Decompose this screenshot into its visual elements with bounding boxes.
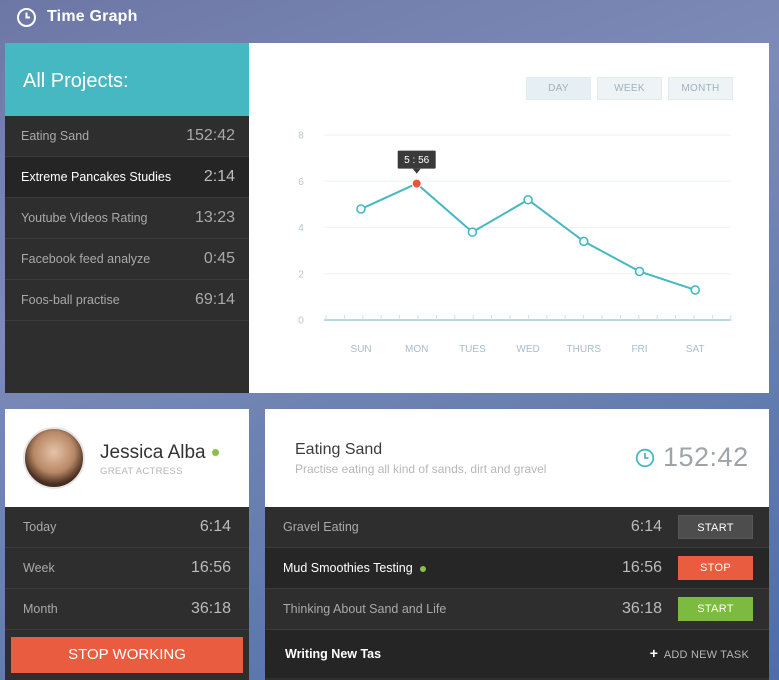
x-tick-label: SUN: [350, 344, 371, 355]
stat-label: Today: [23, 520, 57, 534]
stat-value: 6:14: [199, 518, 231, 535]
project-row[interactable]: Youtube Videos Rating 13:23: [5, 198, 249, 239]
x-tick-label: TUES: [459, 344, 486, 355]
project-time: 13:23: [194, 209, 235, 226]
add-new-task-label: ADD NEW TASK: [663, 649, 749, 661]
tab-month[interactable]: MONTH: [668, 77, 733, 100]
task-description: Practise eating all kind of sands, dirt …: [295, 462, 547, 476]
range-tabs: DAY WEEK MONTH: [526, 77, 733, 100]
start-button[interactable]: START: [678, 515, 753, 539]
project-name: Youtube Videos Rating: [21, 211, 148, 225]
data-point: [578, 236, 589, 247]
project-name: Foos-ball practise: [21, 293, 120, 307]
profile-name: Jessica Alba: [100, 442, 206, 463]
task-row: Mud Smoothies Testing 16:56 STOP: [265, 548, 769, 589]
task-row-time: 16:56: [621, 559, 662, 576]
project-row[interactable]: Foos-ball practise 69:14: [5, 280, 249, 321]
tooltip-text: 5 : 56: [404, 155, 429, 166]
online-status-dot: [211, 449, 219, 457]
project-time: 2:14: [203, 168, 235, 185]
tab-week[interactable]: WEEK: [597, 77, 662, 100]
task-card: Eating Sand Practise eating all kind of …: [265, 409, 769, 507]
stat-row-today: Today 6:14: [5, 507, 249, 548]
x-tick-label: FRI: [631, 344, 647, 355]
project-time: 0:45: [203, 250, 235, 267]
y-tick-label: 4: [298, 223, 304, 234]
clock-icon: [17, 8, 36, 27]
top-bar: Time Graph: [0, 0, 779, 43]
profile-panel: Jessica Alba GREAT ACTRESS Today 6:14 We…: [5, 409, 249, 680]
tab-day[interactable]: DAY: [526, 77, 591, 100]
stat-row-week: Week 16:56: [5, 548, 249, 589]
project-row[interactable]: Extreme Pancakes Studies 2:14: [5, 157, 249, 198]
task-row-time: 36:18: [621, 600, 662, 617]
tooltip-arrow: [412, 168, 421, 174]
task-row-name-line: Mud Smoothies Testing: [283, 561, 602, 575]
x-tick-label: MON: [405, 344, 428, 355]
task-row: Thinking About Sand and Life 36:18 START: [265, 589, 769, 630]
start-button[interactable]: START: [678, 597, 753, 621]
profile-role: GREAT ACTRESS: [100, 466, 183, 477]
profile-name-line: Jessica Alba: [100, 442, 219, 464]
avatar: [23, 427, 85, 489]
task-total-time: 152:42: [663, 442, 749, 472]
app-title: Time Graph: [47, 8, 138, 25]
add-new-task-button[interactable]: + ADD NEW TASK: [650, 645, 749, 663]
x-tick-label: WED: [516, 344, 539, 355]
data-point: [690, 285, 701, 295]
task-row-name: Thinking About Sand and Life: [283, 602, 447, 616]
stat-row-month: Month 36:18: [5, 589, 249, 630]
plus-icon: +: [649, 645, 658, 661]
x-tick-label: THURS: [567, 344, 602, 355]
project-row[interactable]: Eating Sand 152:42: [5, 116, 249, 157]
stat-label: Month: [23, 602, 58, 616]
new-task-bar: + ADD NEW TASK: [265, 630, 769, 678]
active-status-dot: [419, 565, 426, 572]
project-time: 69:14: [194, 291, 235, 308]
project-name: Eating Sand: [21, 129, 90, 143]
project-row[interactable]: Facebook feed analyze 0:45: [5, 239, 249, 280]
project-name: Facebook feed analyze: [21, 252, 151, 266]
x-tick-label: SAT: [686, 344, 705, 355]
stop-button[interactable]: STOP: [678, 556, 753, 580]
projects-panel: All Projects: Eating Sand 152:42 Extreme…: [5, 43, 249, 393]
task-row-name: Gravel Eating: [283, 520, 359, 534]
task-title: Eating Sand: [295, 441, 383, 458]
task-row-name: Mud Smoothies Testing: [283, 561, 413, 575]
task-panel: Eating Sand Practise eating all kind of …: [265, 409, 769, 680]
y-tick-label: 8: [298, 131, 304, 142]
stat-label: Week: [23, 561, 55, 575]
task-row: Gravel Eating 6:14 START: [265, 507, 769, 548]
highlighted-point: [411, 178, 422, 189]
projects-heading: All Projects:: [5, 43, 249, 116]
data-point: [634, 266, 645, 277]
y-tick-label: 6: [298, 177, 304, 188]
data-point: [467, 227, 478, 237]
data-point: [523, 194, 533, 205]
stat-value: 36:18: [190, 600, 231, 617]
y-tick-label: 0: [298, 316, 304, 327]
chart-panel: 0 2 4 6 8 SUN MON TUES WED THURS FRI SAT 5 : 56 DAY …: [249, 43, 769, 393]
profile-card: Jessica Alba GREAT ACTRESS: [5, 409, 249, 507]
new-task-input[interactable]: [285, 647, 650, 661]
clock-icon: [635, 448, 655, 468]
task-row-time: 6:14: [630, 518, 662, 535]
project-name: Extreme Pancakes Studies: [21, 170, 172, 184]
y-tick-label: 2: [298, 269, 304, 280]
stat-value: 16:56: [190, 559, 231, 576]
project-time: 152:42: [186, 127, 235, 144]
stop-working-button[interactable]: STOP WORKING: [11, 637, 243, 673]
data-point: [356, 204, 366, 214]
